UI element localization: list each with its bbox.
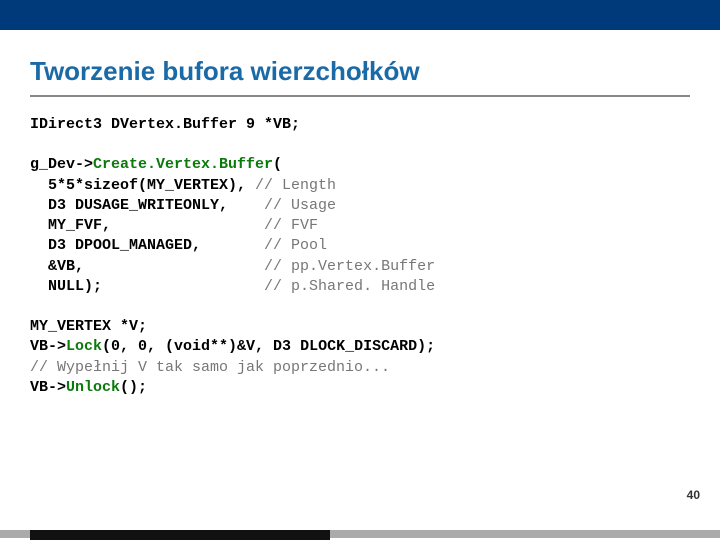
page-number: 40 (687, 488, 700, 502)
title-underline (30, 95, 690, 97)
code-block-create: g_Dev->Create.Vertex.Buffer( 5*5*sizeof(… (30, 155, 690, 297)
code-text: ( (273, 156, 282, 173)
code-text: MY_FVF, (30, 217, 264, 234)
code-comment: // Wypełnij V tak samo jak poprzednio... (30, 359, 390, 376)
code-comment: // Usage (264, 197, 336, 214)
slide-title: Tworzenie bufora wierzchołków (30, 56, 690, 87)
code-text: g_Dev-> (30, 156, 93, 173)
code-method: Create.Vertex.Buffer (93, 156, 273, 173)
bottom-bar-dark (30, 530, 330, 540)
slide-content: Tworzenie bufora wierzchołków IDirect3 D… (30, 56, 690, 418)
code-comment: // pp.Vertex.Buffer (264, 258, 435, 275)
code-text: D3 DPOOL_MANAGED, (30, 237, 264, 254)
code-text: VB-> (30, 338, 66, 355)
code-block-declaration: IDirect3 DVertex.Buffer 9 *VB; (30, 115, 690, 135)
code-text: &VB, (30, 258, 264, 275)
code-block-lock: MY_VERTEX *V; VB->Lock(0, 0, (void**)&V,… (30, 317, 690, 398)
code-method: Unlock (66, 379, 120, 396)
code-comment: // p.Shared. Handle (264, 278, 435, 295)
code-comment: // FVF (264, 217, 318, 234)
code-text: 5*5*sizeof(MY_VERTEX), (30, 177, 255, 194)
code-method: Lock (66, 338, 102, 355)
code-text: (0, 0, (void**)&V, D3 DLOCK_DISCARD); (102, 338, 435, 355)
code-text: VB-> (30, 379, 66, 396)
code-text: D3 DUSAGE_WRITEONLY, (30, 197, 264, 214)
bottom-bar (0, 512, 720, 540)
code-text: NULL); (30, 278, 264, 295)
code-comment: // Length (255, 177, 336, 194)
code-line: IDirect3 DVertex.Buffer 9 *VB; (30, 116, 300, 133)
code-line: MY_VERTEX *V; (30, 318, 147, 335)
top-color-bar (0, 0, 720, 30)
code-text: (); (120, 379, 147, 396)
code-comment: // Pool (264, 237, 327, 254)
